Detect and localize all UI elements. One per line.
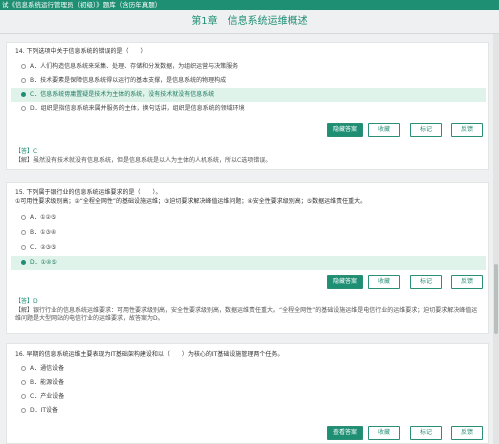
hide-answer-button[interactable]: 隐藏答案 [327, 275, 363, 289]
answer-block: 【答】D 【解】银行行业的信息系统运维要求：可用性要求级别高，安全性要求级别高，… [15, 298, 483, 324]
radio-icon [21, 215, 26, 220]
favorite-button[interactable]: 收藏 [368, 123, 400, 137]
radio-icon [21, 394, 26, 399]
question-stem: 14. 下列选项中关于信息系统的错误的是（ ） [15, 48, 147, 55]
question-stem-detail: ①可用性要求级别高；②“全程全网性”的基础设施运维；③迫切要求解决峰值运维问题；… [15, 198, 367, 205]
option-label: C．信息系统毋庸置疑是技术为主体的系统，没有技术就没有信息系统 [30, 91, 215, 98]
option-c[interactable]: C．信息系统毋庸置疑是技术为主体的系统，没有技术就没有信息系统 [11, 88, 486, 102]
option-label: D．组织是指信息系统来属并服务的主体，换句话讲，组织是信息系统的领域环境 [30, 105, 245, 112]
option-c[interactable]: C．②③⑤ [11, 241, 486, 255]
option-b[interactable]: B．①③④ [11, 226, 486, 240]
option-b[interactable]: B．技术要素是保障信息系统得以运行的基本支撑，是信息系统的物理构成 [11, 74, 486, 88]
option-c[interactable]: C．产业设备 [11, 390, 486, 404]
option-label: C．②③⑤ [30, 244, 57, 251]
feedback-button[interactable]: 反馈 [451, 426, 483, 440]
analysis-text: 【解】虽然没有技术就没有信息系统，但是信息系统是以人为主体的人机系统，所以C选项… [15, 156, 272, 164]
radio-icon [21, 78, 26, 83]
option-label: B．①③④ [30, 229, 57, 236]
feedback-button[interactable]: 反馈 [451, 123, 483, 137]
mark-button[interactable]: 标记 [410, 123, 442, 137]
question-card-14: 14. 下列选项中关于信息系统的错误的是（ ） A．人们构造信息系统来采集、处理… [6, 42, 489, 170]
feedback-button[interactable]: 反馈 [451, 275, 483, 289]
scrollbar[interactable] [493, 34, 499, 444]
radio-icon [21, 245, 26, 250]
question-card-16: 16. 早期的信息系统运维主要表现为IT基础架构建设和以（ ）为核心的IT基础设… [6, 343, 489, 444]
radio-icon [21, 366, 26, 371]
favorite-button[interactable]: 收藏 [368, 426, 400, 440]
radio-icon [21, 408, 26, 413]
question-stem: 16. 早期的信息系统运维主要表现为IT基础架构建设和以（ ）为核心的IT基础设… [15, 351, 284, 358]
option-label: C．产业设备 [30, 393, 65, 400]
favorite-button[interactable]: 收藏 [368, 275, 400, 289]
question-stem: 15. 下列属于银行业的信息系统运维要求的是（ ）。 [15, 189, 162, 196]
option-d[interactable]: D．①④⑤ [11, 256, 486, 270]
radio-icon [21, 64, 26, 69]
view-answer-button[interactable]: 查看答案 [327, 426, 363, 440]
radio-icon [21, 380, 26, 385]
option-d[interactable]: D．IT设备 [11, 404, 486, 418]
hide-answer-button[interactable]: 隐藏答案 [327, 123, 363, 137]
option-label: B．能源设备 [30, 379, 65, 386]
radio-icon [21, 106, 26, 111]
radio-icon [21, 260, 26, 265]
option-label: A．人们构造信息系统来采集、处理、存储和分发数据，为组织运营与决策服务 [30, 63, 239, 70]
scroll-thumb[interactable] [494, 264, 498, 334]
radio-icon [21, 230, 26, 235]
answer-label: 【答】D [15, 298, 38, 305]
option-a[interactable]: A．人们构造信息系统来采集、处理、存储和分发数据，为组织运营与决策服务 [11, 60, 486, 74]
question-card-15: 15. 下列属于银行业的信息系统运维要求的是（ ）。 ①可用性要求级别高；②“全… [6, 182, 489, 334]
option-a[interactable]: A．①②⑤ [11, 211, 486, 225]
option-label: A．①②⑤ [30, 214, 57, 221]
top-bar: 试《信息系统运行管理员（初级）》题库（含历年真题） [0, 0, 499, 10]
answer-label: 【答】C [15, 148, 38, 155]
option-label: D．IT设备 [30, 407, 59, 414]
option-b[interactable]: B．能源设备 [11, 376, 486, 390]
header-divider [0, 33, 499, 34]
option-label: A．通信设备 [30, 365, 65, 372]
analysis-text: 【解】银行行业的信息系统运维要求：可用性要求级别高，安全性要求级别高，数据运维责… [15, 306, 478, 323]
mark-button[interactable]: 标记 [410, 275, 442, 289]
option-label: B．技术要素是保障信息系统得以运行的基本支撑，是信息系统的物理构成 [30, 77, 227, 84]
answer-block: 【答】C 【解】虽然没有技术就没有信息系统，但是信息系统是以人为主体的人机系统，… [15, 148, 483, 165]
chapter-title: 第1章 信息系统运维概述 [191, 16, 308, 27]
radio-icon [21, 92, 26, 97]
page-header-title: 试《信息系统运行管理员（初级）》题库（含历年真题） [2, 1, 162, 9]
option-a[interactable]: A．通信设备 [11, 362, 486, 376]
mark-button[interactable]: 标记 [410, 426, 442, 440]
option-label: D．①④⑤ [30, 259, 57, 266]
option-d[interactable]: D．组织是指信息系统来属并服务的主体，换句话讲，组织是信息系统的领域环境 [11, 102, 486, 116]
